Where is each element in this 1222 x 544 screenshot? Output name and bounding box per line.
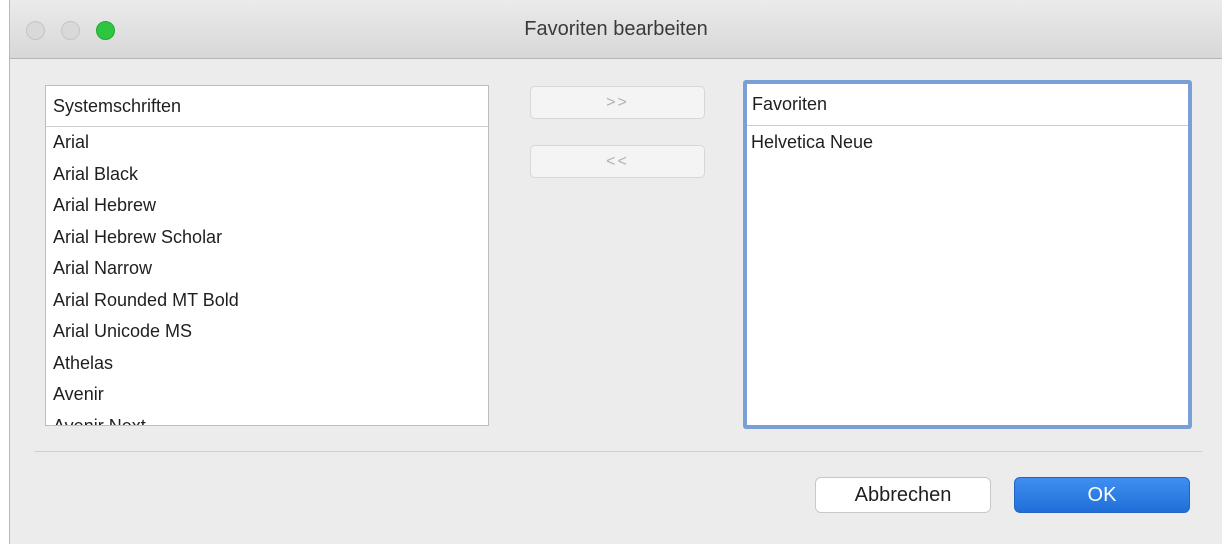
favorites-header: Favoriten <box>747 84 1188 126</box>
favorites-items: Helvetica Neue <box>747 126 1188 156</box>
list-item[interactable]: Arial <box>46 127 488 159</box>
system-fonts-list[interactable]: Systemschriften Arial Arial Black Arial … <box>45 85 489 426</box>
list-item[interactable]: Arial Hebrew <box>46 190 488 222</box>
list-item[interactable]: Arial Black <box>46 159 488 191</box>
list-item[interactable]: Arial Hebrew Scholar <box>46 222 488 254</box>
cancel-button[interactable]: Abbrechen <box>815 477 991 513</box>
list-item[interactable]: Helvetica Neue <box>747 126 1188 156</box>
footer-divider <box>34 451 1202 452</box>
favorites-list[interactable]: Favoriten Helvetica Neue <box>743 80 1192 429</box>
add-to-favorites-button[interactable]: >> <box>530 86 705 119</box>
list-item[interactable]: Arial Narrow <box>46 253 488 285</box>
list-item[interactable]: Arial Rounded MT Bold <box>46 285 488 317</box>
list-item[interactable]: Avenir Next <box>46 411 488 426</box>
list-item[interactable]: Arial Unicode MS <box>46 316 488 348</box>
list-item[interactable]: Athelas <box>46 348 488 380</box>
ok-button[interactable]: OK <box>1014 477 1190 513</box>
title-bar: Favoriten bearbeiten <box>10 0 1222 59</box>
system-fonts-header: Systemschriften <box>46 86 488 127</box>
favorites-dialog: Favoriten bearbeiten Systemschriften Ari… <box>9 0 1222 544</box>
list-item[interactable]: Avenir <box>46 379 488 411</box>
remove-from-favorites-button[interactable]: << <box>530 145 705 178</box>
window-title: Favoriten bearbeiten <box>524 18 708 40</box>
system-fonts-items: Arial Arial Black Arial Hebrew Arial Heb… <box>46 127 488 426</box>
